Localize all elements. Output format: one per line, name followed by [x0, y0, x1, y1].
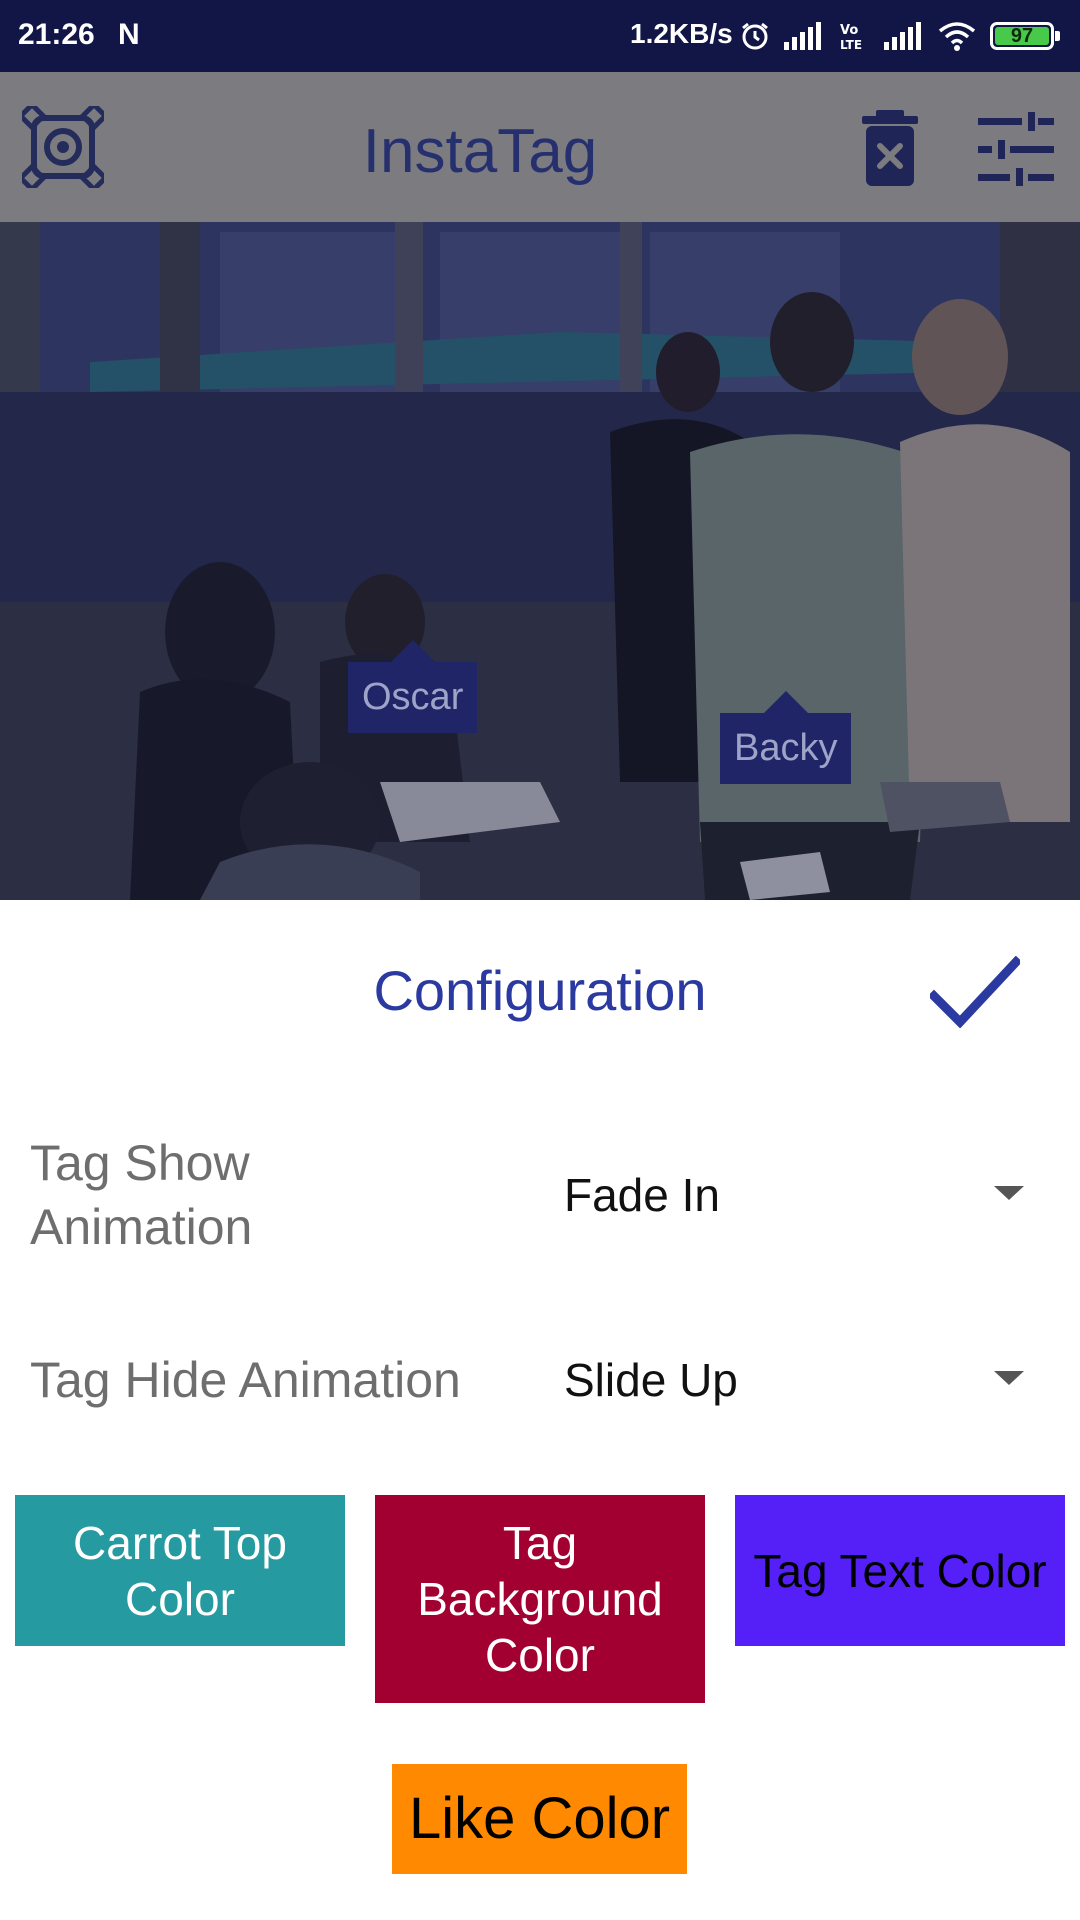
- status-bar: 21:26 N 1.2KB/s Vo LTE 97: [0, 0, 1080, 72]
- wifi-icon: [938, 21, 976, 51]
- check-icon[interactable]: [927, 955, 1023, 1029]
- dropdown-arrow-icon[interactable]: [994, 1186, 1024, 1200]
- tag-background-color-button[interactable]: Tag Background Color: [375, 1495, 705, 1703]
- tag-caret: [763, 691, 808, 713]
- like-color-button[interactable]: Like Color: [392, 1764, 687, 1874]
- tagged-photo[interactable]: Oscar Backy: [0, 222, 1080, 900]
- tag-text-color-button[interactable]: Tag Text Color: [735, 1495, 1065, 1646]
- tag-label: Oscar: [362, 676, 464, 718]
- photo-tag[interactable]: Backy: [720, 691, 852, 784]
- tune-icon[interactable]: [978, 112, 1054, 186]
- svg-text:Vo: Vo: [840, 23, 858, 38]
- carrier-icon: N: [118, 18, 140, 51]
- svg-text:LTE: LTE: [840, 38, 862, 51]
- trash-icon[interactable]: [860, 108, 920, 188]
- carrot-top-color-button[interactable]: Carrot Top Color: [15, 1495, 345, 1646]
- photo-tag[interactable]: Oscar: [348, 640, 478, 733]
- tag-show-animation-label: Tag Show Animation: [30, 1135, 253, 1255]
- battery-level: 97: [1010, 25, 1034, 47]
- status-icons: Vo LTE 97: [740, 18, 1060, 54]
- alarm-icon: [740, 21, 770, 51]
- battery-icon: 97: [990, 22, 1060, 50]
- signal-icon: [784, 22, 824, 50]
- signal-icon: [884, 22, 924, 50]
- app-bar: InstaTag: [0, 72, 1080, 222]
- photo-scene: [0, 222, 1080, 900]
- dropdown-arrow-icon[interactable]: [994, 1371, 1024, 1385]
- tag-hide-animation-label: Tag Hide Animation: [30, 1352, 461, 1408]
- status-time: 21:26: [18, 18, 95, 51]
- app-title: InstaTag: [362, 117, 598, 186]
- tag-show-animation-select[interactable]: Fade In: [564, 1168, 720, 1222]
- tag-label: Backy: [734, 727, 838, 769]
- config-title: Configuration: [373, 959, 707, 1022]
- network-speed: 1.2KB/s: [630, 18, 733, 49]
- volte-icon: Vo LTE: [838, 21, 870, 51]
- tag-hide-animation-select[interactable]: Slide Up: [564, 1353, 738, 1407]
- tag-caret: [390, 640, 435, 662]
